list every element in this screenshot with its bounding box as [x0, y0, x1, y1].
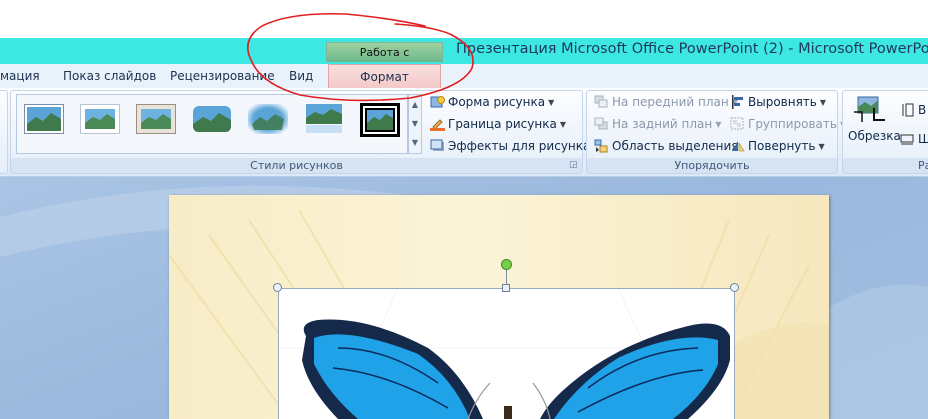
picture-style-soft-edge[interactable] — [248, 104, 288, 134]
tab-view[interactable]: Вид — [289, 64, 313, 88]
align-button[interactable]: Выровнять ▼ — [730, 92, 826, 112]
chevron-down-icon: ▼ — [818, 142, 825, 151]
chevron-down-icon: ▼ — [715, 120, 722, 129]
picture-shape-icon — [430, 95, 445, 109]
picture-effects-button[interactable]: Эффекты для рисунка▼ — [430, 136, 600, 156]
tab-animations[interactable]: мация — [0, 64, 40, 88]
picture-shape-button[interactable]: Форма рисунка ▼ — [430, 92, 554, 112]
resize-handle-top-right[interactable] — [730, 283, 739, 292]
group-icon — [730, 117, 745, 131]
gallery-scroll-down-icon[interactable]: ▼ — [409, 114, 421, 133]
screen-top-area — [0, 0, 928, 38]
chevron-down-icon: ▼ — [819, 98, 827, 107]
selection-pane-button[interactable]: Область выделения — [594, 136, 739, 156]
picture-style-rounded-rectangle[interactable] — [192, 104, 232, 134]
rotation-handle[interactable] — [501, 259, 512, 270]
resize-handle-top-left[interactable] — [273, 283, 282, 292]
dialog-launcher-icon[interactable]: ◲ — [569, 160, 578, 170]
ribbon-group-partial-left — [0, 90, 8, 174]
window-title: Презентация Microsoft Office PowerPoint … — [456, 41, 928, 57]
gallery-scroll[interactable]: ▲ ▼ ▼ — [408, 94, 422, 154]
group-label-arrange: Упорядочить — [587, 158, 837, 173]
chevron-down-icon: ▼ — [559, 120, 566, 129]
crop-icon[interactable] — [852, 94, 886, 124]
align-icon — [730, 95, 745, 109]
crop-button[interactable]: Обрезка — [848, 126, 901, 146]
butterfly-image — [278, 288, 735, 419]
tab-slide-show[interactable]: Показ слайдов — [63, 64, 156, 88]
gallery-expand-icon[interactable]: ▼ — [409, 133, 421, 152]
picture-style-reflected[interactable] — [304, 104, 344, 134]
selection-border — [734, 288, 735, 419]
width-field[interactable]: Ш — [900, 129, 928, 149]
group-label-picture-styles: Стили рисунков — [11, 158, 582, 173]
picture-style-thick-matte-frame[interactable] — [136, 104, 176, 134]
picture-border-button[interactable]: Граница рисунка ▼ — [430, 114, 566, 134]
picture-style-simple-frame[interactable] — [24, 104, 64, 134]
gallery-scroll-up-icon[interactable]: ▲ — [409, 95, 421, 114]
tab-review[interactable]: Рецензирование — [170, 64, 275, 88]
send-backward-icon — [594, 117, 609, 131]
selection-pane-icon — [594, 139, 609, 153]
rotate-icon — [730, 139, 745, 153]
rotate-button[interactable]: Повернуть ▼ — [730, 136, 825, 156]
picture-border-icon — [430, 117, 445, 131]
group-button[interactable]: Группировать▼ — [730, 114, 846, 134]
picture-effects-icon — [430, 139, 445, 153]
picture-style-thick-black-frame[interactable] — [360, 103, 400, 137]
picture-style-soft-white-frame[interactable] — [80, 104, 120, 134]
height-icon — [900, 103, 915, 117]
picture-tools-context-label: Работа с рисунками — [326, 42, 443, 78]
bring-forward-icon — [594, 95, 609, 109]
chevron-down-icon: ▼ — [548, 98, 555, 107]
height-field[interactable]: В — [900, 100, 926, 120]
width-icon — [900, 132, 915, 146]
send-backward-button[interactable]: На задний план ▼ — [594, 114, 721, 134]
selection-border — [278, 288, 279, 419]
group-label-size: Ра — [843, 158, 928, 173]
tab-format[interactable]: Формат — [328, 64, 441, 90]
resize-handle-top[interactable] — [502, 284, 510, 292]
bring-forward-button[interactable]: На передний план ▼ — [594, 92, 738, 112]
